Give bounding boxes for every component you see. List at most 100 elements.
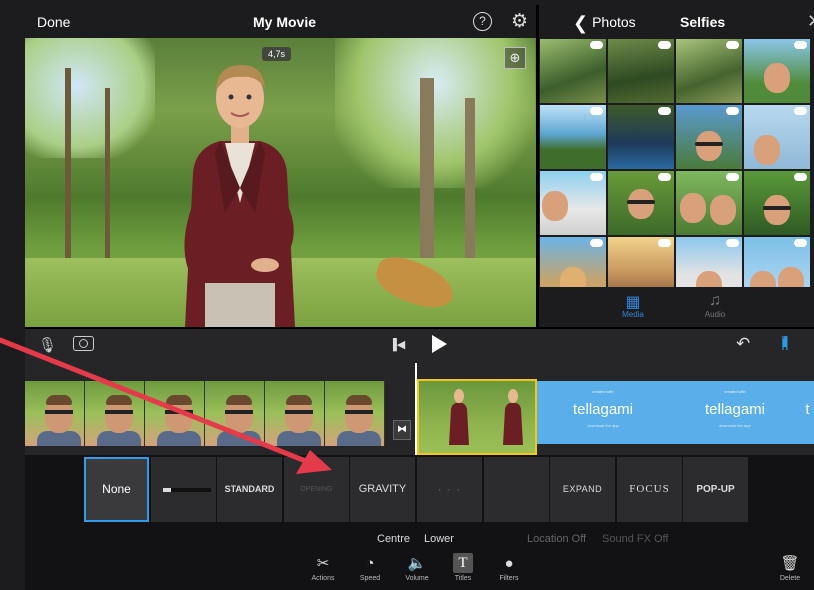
music-note-icon: ♫ — [709, 292, 721, 309]
photo-thumbnail[interactable] — [608, 39, 674, 103]
title-style-expand[interactable]: EXPAND — [550, 457, 615, 522]
photo-thumbnail[interactable] — [676, 237, 742, 287]
photo-thumbnail[interactable] — [608, 171, 674, 235]
icloud-icon — [726, 41, 739, 49]
icloud-icon — [658, 41, 671, 49]
film-icon: ▦ — [625, 294, 641, 311]
photos-back-button[interactable]: ❮ Photos — [573, 13, 636, 34]
title-style-gravity[interactable]: GRAVITY — [350, 457, 415, 522]
tree-trunk — [465, 98, 475, 268]
photo-thumbnail[interactable] — [608, 237, 674, 287]
speed-label: Speed — [359, 575, 381, 582]
icloud-icon — [726, 107, 739, 115]
trash-icon: 🗑 — [780, 555, 800, 572]
photo-thumbnail[interactable] — [540, 237, 606, 287]
tab-media-label: Media — [622, 310, 644, 319]
skip-to-start-icon[interactable]: ▐◀ — [389, 338, 405, 351]
timeline-clip[interactable] — [25, 381, 385, 446]
tellagami-logo: tellagami — [704, 401, 766, 418]
photo-thumbnail[interactable] — [744, 237, 810, 287]
titles-label: Titles — [454, 575, 472, 582]
photo-grid — [540, 39, 814, 287]
icloud-icon — [794, 41, 807, 49]
titles-tool[interactable]: T Titles — [438, 553, 488, 582]
title-style-standard[interactable]: STANDARD — [217, 457, 282, 522]
sound-fx-toggle[interactable]: Sound FX Off — [602, 533, 668, 545]
avatar-thumbnail — [503, 389, 523, 445]
photo-thumbnail[interactable] — [540, 171, 606, 235]
title-style-pop-up[interactable]: POP-UP — [683, 457, 748, 522]
icloud-icon — [590, 173, 603, 181]
play-icon[interactable] — [432, 335, 447, 353]
photo-thumbnail[interactable] — [676, 105, 742, 169]
tab-audio[interactable]: ♫ Audio — [685, 292, 745, 319]
photo-thumbnail[interactable] — [744, 105, 810, 169]
library-title: Selfies — [680, 14, 726, 30]
speed-tool[interactable]: ◔ Speed — [345, 553, 395, 582]
clip-frame — [265, 381, 325, 446]
clip-frame — [205, 381, 265, 446]
centre-option[interactable]: Centre — [377, 533, 410, 545]
icloud-icon — [658, 173, 671, 181]
photo-thumbnail[interactable] — [744, 39, 810, 103]
frame-caption: created with — [724, 389, 746, 394]
microphone-icon[interactable]: 🎙 — [38, 336, 57, 354]
title-style-dots[interactable]: · · · — [417, 457, 482, 522]
gear-icon[interactable]: ⚙ — [511, 10, 528, 33]
face — [628, 189, 654, 219]
title-style-opening[interactable]: OPENING — [284, 457, 349, 522]
speaker-icon: 🔈 — [407, 555, 427, 572]
project-title: My Movie — [253, 14, 317, 30]
speedometer-icon: ◔ — [365, 555, 375, 572]
location-toggle[interactable]: Location Off — [527, 533, 586, 545]
timeline[interactable]: ⧓ created with tellagami download the ap… — [25, 363, 814, 455]
tellagami-frame: t — [801, 381, 814, 444]
icloud-icon — [726, 239, 739, 247]
avatar-thumbnail — [449, 389, 469, 445]
undo-icon[interactable]: ↶ — [736, 334, 750, 354]
face — [764, 63, 790, 93]
title-style-focus[interactable]: FOCUS — [617, 457, 682, 522]
filters-tool[interactable]: ● Filters — [484, 553, 534, 582]
sky-patch — [25, 38, 155, 158]
title-style-line[interactable] — [151, 457, 216, 522]
photo-thumbnail[interactable] — [744, 171, 810, 235]
icloud-icon — [590, 41, 603, 49]
photo-thumbnail[interactable] — [676, 39, 742, 103]
sunglasses — [695, 142, 723, 146]
icloud-icon — [726, 173, 739, 181]
delete-tool[interactable]: 🗑 Delete — [765, 553, 814, 582]
waveform-icon[interactable]: |ılıl| — [781, 334, 789, 351]
media-library: ▦ Media ♫ Audio — [539, 38, 814, 327]
photo-thumbnail[interactable] — [676, 171, 742, 235]
library-tab-bar: ▦ Media ♫ Audio — [539, 288, 814, 327]
help-icon[interactable]: ? — [473, 12, 492, 31]
title-style-blank[interactable] — [484, 457, 549, 522]
delete-label: Delete — [779, 575, 801, 582]
frame-caption: created with — [592, 389, 614, 394]
filters-label: Filters — [499, 575, 519, 582]
icloud-icon — [794, 173, 807, 181]
titles-icon: T — [453, 553, 473, 573]
selected-timeline-clip[interactable] — [415, 379, 537, 455]
tab-media[interactable]: ▦ Media — [603, 292, 663, 319]
title-style-none[interactable]: None — [84, 457, 149, 522]
lower-option[interactable]: Lower — [424, 533, 454, 545]
photo-thumbnail[interactable] — [540, 105, 606, 169]
timeline-clip[interactable]: created with tellagami download the app … — [537, 381, 814, 444]
done-button[interactable]: Done — [37, 14, 70, 30]
transition-icon[interactable]: ⧓ — [393, 420, 411, 440]
tellagami-frame: created with tellagami download the app — [537, 381, 669, 444]
actions-tool[interactable]: ✂ Actions — [298, 553, 348, 582]
face — [680, 193, 706, 223]
playhead[interactable] — [415, 363, 417, 455]
face — [750, 271, 776, 287]
zoom-icon[interactable]: ⊕ — [504, 47, 526, 69]
photo-thumbnail[interactable] — [540, 39, 606, 103]
close-icon[interactable]: ✕ — [807, 11, 814, 32]
camera-icon[interactable] — [73, 336, 94, 351]
video-viewer[interactable]: 4,7s ⊕ — [25, 38, 536, 327]
photo-thumbnail[interactable] — [608, 105, 674, 169]
clip-frame — [85, 381, 145, 446]
volume-tool[interactable]: 🔈 Volume — [392, 553, 442, 582]
